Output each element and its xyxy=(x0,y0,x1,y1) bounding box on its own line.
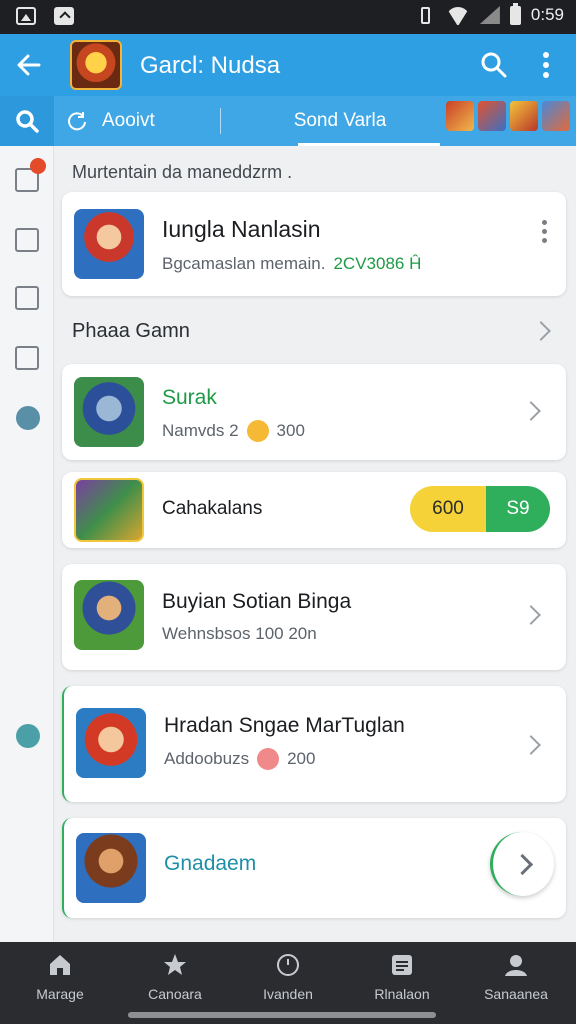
game-thumbnail xyxy=(76,833,146,903)
chevron-right-icon[interactable] xyxy=(531,321,551,341)
nav-item-profile[interactable]: Sanaanea xyxy=(466,952,566,1012)
game-thumbnail xyxy=(74,478,144,542)
nav-item-history[interactable]: Ivanden xyxy=(238,952,338,1012)
toggle-left-value[interactable]: 600 xyxy=(410,486,486,532)
nav-label: Marage xyxy=(36,986,84,1002)
notification-badge xyxy=(30,158,46,174)
leaf-icon[interactable] xyxy=(16,724,40,748)
game-thumbnail[interactable] xyxy=(478,101,506,131)
open-game-button[interactable] xyxy=(490,832,554,896)
tab-search-button[interactable] xyxy=(0,96,54,146)
chevron-right-icon[interactable] xyxy=(521,605,541,625)
home-icon xyxy=(50,955,70,975)
back-button[interactable] xyxy=(12,48,46,82)
home-indicator[interactable] xyxy=(128,1012,436,1018)
chevron-right-icon[interactable] xyxy=(521,735,541,755)
tab-label: Sond Varla xyxy=(293,110,387,131)
signal-icon xyxy=(479,6,500,24)
archive-icon[interactable] xyxy=(15,228,39,252)
vibrate-icon xyxy=(414,5,436,25)
game-meta: Wehnsbsos 100 20n xyxy=(162,624,317,643)
section-heading: Phaaa Gamn xyxy=(72,320,190,342)
game-card[interactable]: Surak Namvds 2 300 xyxy=(62,364,566,460)
image-icon[interactable] xyxy=(15,346,39,370)
chevron-right-icon[interactable] xyxy=(521,401,541,421)
nav-item-home[interactable]: Marage xyxy=(10,952,110,1012)
tab-selected[interactable]: Sond Varla xyxy=(240,96,440,146)
list-icon xyxy=(392,955,412,975)
nav-label: Rlnalaon xyxy=(374,986,430,1002)
game-card[interactable]: Cahakalans 600 S9 xyxy=(62,472,566,548)
game-meta-text: Namvds 2 xyxy=(162,421,239,440)
star-icon xyxy=(164,954,186,975)
game-title: Surak xyxy=(162,386,217,409)
status-time: 0:59 xyxy=(530,5,564,24)
game-thumbnail xyxy=(74,209,144,279)
game-count: 300 xyxy=(276,421,305,440)
overflow-menu-button[interactable] xyxy=(532,49,560,81)
search-icon xyxy=(16,110,39,133)
card-menu-button[interactable] xyxy=(542,220,548,244)
game-card[interactable]: Buyian Sotian Binga Wehnsbsos 100 20n xyxy=(62,564,566,670)
featured-subtitle: Bgcamaslan memain. 2CV3086 Ĥ xyxy=(162,254,421,274)
side-rail xyxy=(0,146,54,942)
check-icon[interactable] xyxy=(15,286,39,310)
tab-divider xyxy=(220,108,221,134)
game-title: Hradan Sngae MarTuglan xyxy=(164,714,405,737)
nav-item-favorites[interactable]: Canoara xyxy=(125,952,225,1012)
game-title: Cahakalans xyxy=(162,498,263,519)
tab-thumbnail-strip[interactable] xyxy=(446,101,570,131)
battery-icon xyxy=(509,2,521,25)
download-icon xyxy=(54,7,74,25)
game-meta: Addoobuzs 200 xyxy=(164,748,315,770)
smiley-icon xyxy=(246,420,269,442)
featured-code: 2CV3086 Ĥ xyxy=(333,254,422,273)
nav-item-library[interactable]: Rlnalaon xyxy=(352,952,452,1012)
more-vertical-icon xyxy=(543,52,549,78)
wifi-icon xyxy=(446,5,470,25)
refresh-icon xyxy=(68,112,86,131)
game-card[interactable]: Gnadaem xyxy=(62,818,566,918)
game-thumbnail xyxy=(74,377,144,447)
search-icon xyxy=(481,52,507,78)
tab-label: Aooivt xyxy=(102,110,155,131)
search-button[interactable] xyxy=(478,49,510,81)
page-title: Garcl: Nudsa xyxy=(140,52,281,79)
gallery-icon xyxy=(16,7,36,25)
game-thumbnail[interactable] xyxy=(542,101,570,131)
arrow-left-icon xyxy=(17,54,41,76)
price-toggle[interactable]: 600 S9 xyxy=(410,486,550,532)
game-meta-text: Addoobuzs xyxy=(164,749,250,768)
game-thumbnail[interactable] xyxy=(446,101,474,131)
featured-title: Iungla Nanlasin xyxy=(162,216,321,242)
game-title: Gnadaem xyxy=(164,852,257,875)
featured-card[interactable]: Iungla Nanlasin Bgcamaslan memain. 2CV30… xyxy=(62,192,566,296)
nav-label: Sanaanea xyxy=(484,986,548,1002)
nav-label: Canoara xyxy=(148,986,202,1002)
game-thumbnail xyxy=(74,580,144,650)
smiley-icon xyxy=(257,748,280,770)
game-card[interactable]: Hradan Sngae MarTuglan Addoobuzs 200 xyxy=(62,686,566,802)
game-meta: Namvds 2 300 xyxy=(162,420,305,442)
section-note: Murtentain da maneddzrm . xyxy=(72,162,293,182)
game-thumbnail[interactable] xyxy=(510,101,538,131)
game-count: 200 xyxy=(287,749,316,768)
featured-subtitle-text: Bgcamaslan memain. xyxy=(162,254,326,273)
tab-activity[interactable]: Aooivt xyxy=(66,96,155,146)
toggle-right-value[interactable]: S9 xyxy=(486,486,550,532)
person-icon xyxy=(505,955,527,976)
tab-bar: Aooivt Sond Varla xyxy=(0,96,576,146)
nav-label: Ivanden xyxy=(263,986,313,1002)
game-thumbnail xyxy=(76,708,146,778)
clock-icon xyxy=(277,954,299,976)
app-bar: Garcl: Nudsa xyxy=(0,34,576,96)
game-title: Buyian Sotian Binga xyxy=(162,590,352,613)
status-bar: 0:59 xyxy=(0,0,576,34)
share-icon[interactable] xyxy=(16,406,40,430)
app-logo xyxy=(70,40,122,90)
